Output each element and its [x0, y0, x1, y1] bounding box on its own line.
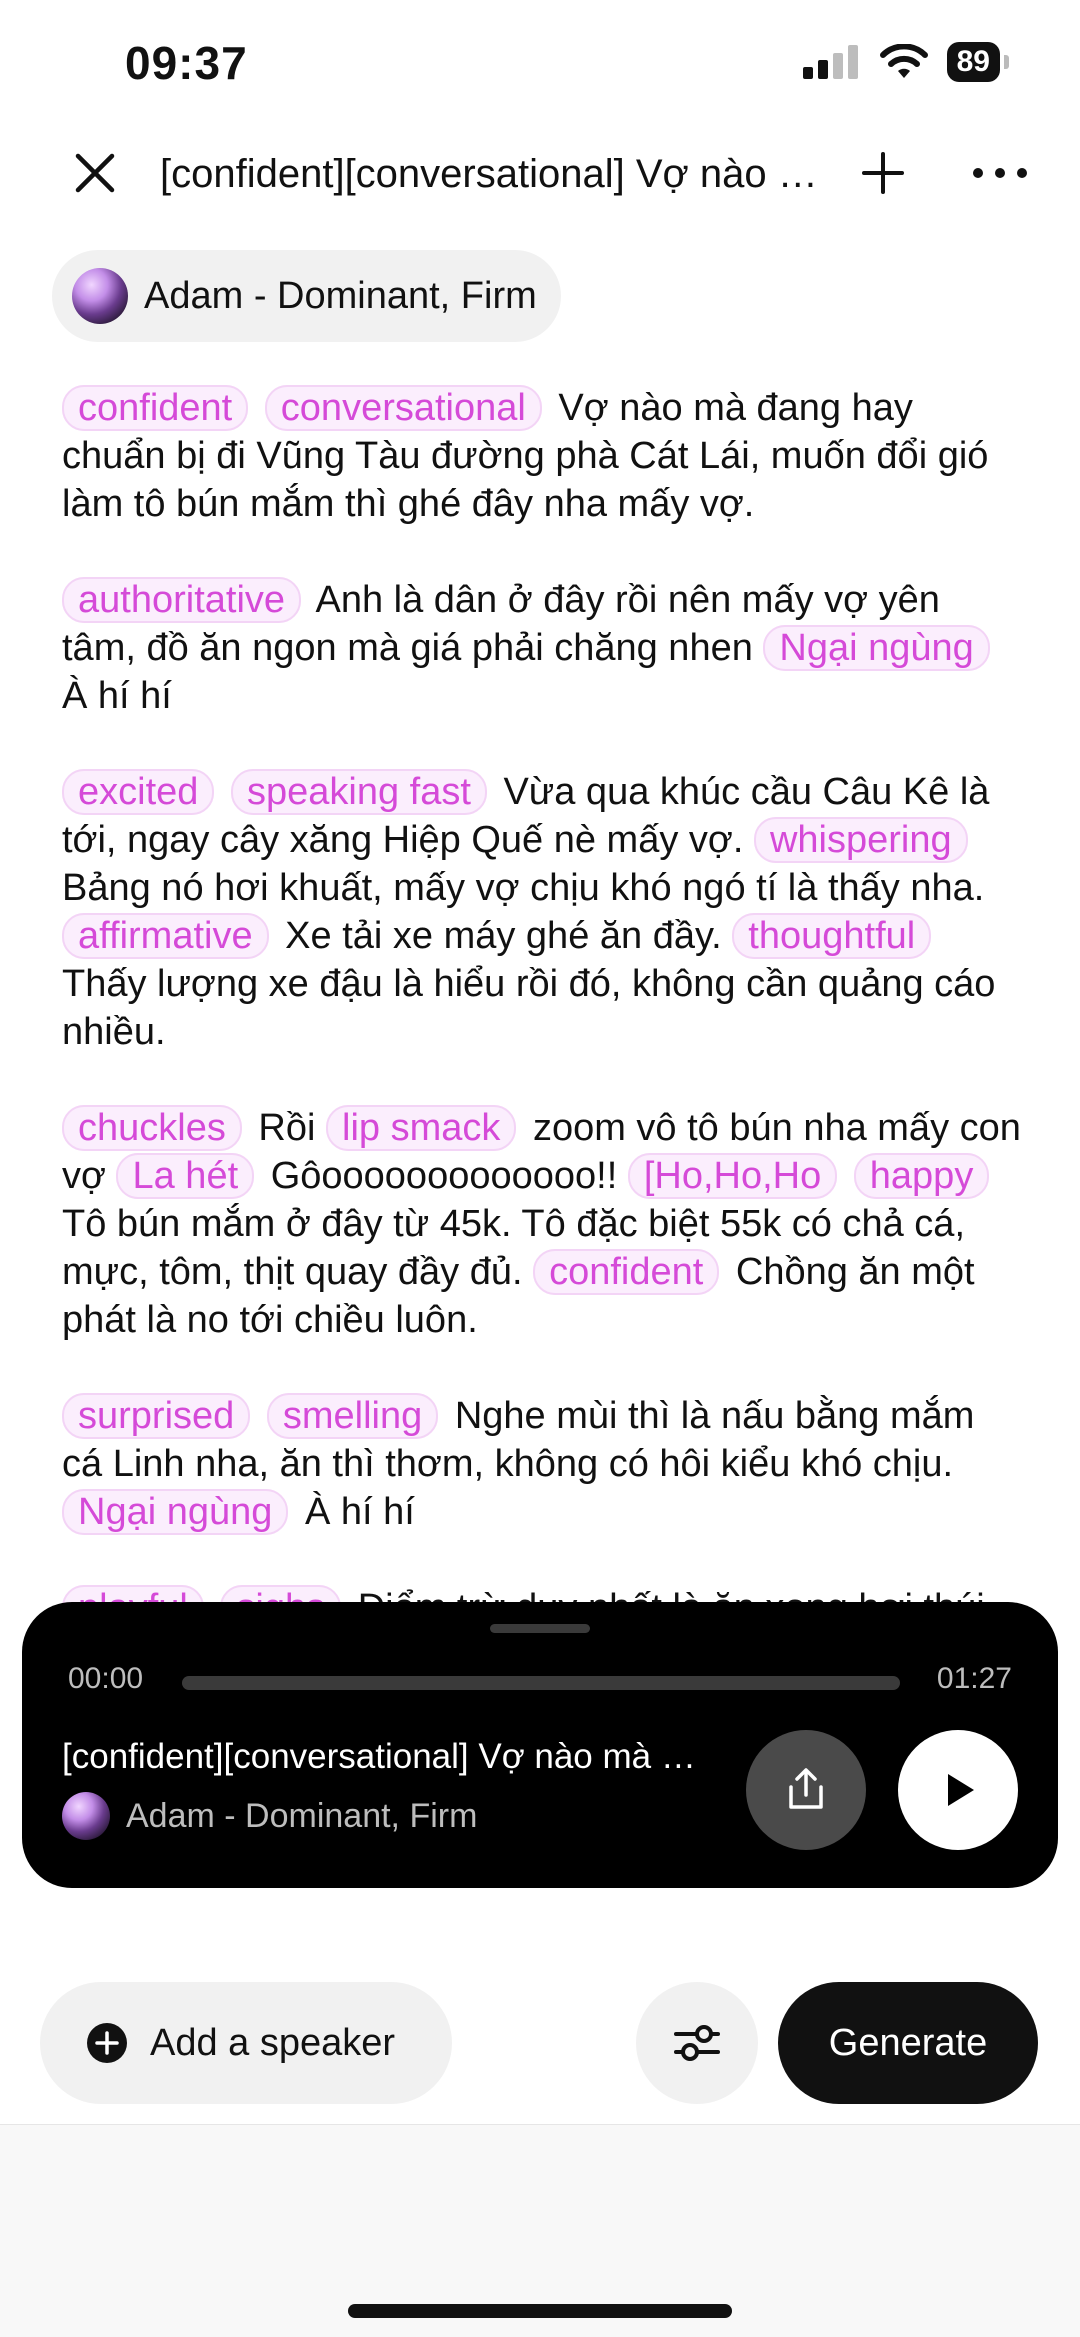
speaker-selector[interactable]: Adam - Dominant, Firm — [52, 250, 561, 342]
emotion-tag[interactable]: affirmative — [62, 913, 269, 959]
home-indicator[interactable] — [348, 2304, 732, 2318]
emotion-tag[interactable]: lip smack — [326, 1105, 517, 1151]
emotion-tag[interactable]: whispering — [753, 817, 968, 863]
wifi-icon — [879, 44, 928, 78]
avatar — [72, 268, 128, 324]
share-button[interactable] — [746, 1730, 866, 1850]
script-paragraph[interactable]: confident conversational Vợ nào mà đang … — [62, 384, 1022, 528]
drag-handle[interactable] — [490, 1624, 590, 1633]
script-paragraph[interactable]: authoritative Anh là dân ở đây rồi nên m… — [62, 576, 1022, 720]
emotion-tag[interactable]: speaking fast — [230, 769, 487, 815]
player-speaker: Adam - Dominant, Firm — [62, 1792, 477, 1840]
editor-header: [confident][conversational] Vợ nào mà đa… — [0, 140, 1080, 210]
script-text: Bảng nó hơi khuất, mấy vợ chịu khó ngó t… — [62, 867, 985, 909]
script-paragraph[interactable]: excited speaking fast Vừa qua khúc cầu C… — [62, 768, 1022, 1056]
player-title: [confident][conversational] Vợ nào mà đa… — [62, 1737, 702, 1776]
audio-player: 00:00 01:27 [confident][conversational] … — [22, 1602, 1058, 1888]
script-paragraph[interactable]: chuckles Rồi lip smack zoom vô tô bún nh… — [62, 1104, 1022, 1344]
close-button[interactable] — [70, 148, 120, 198]
battery-icon: 89 — [946, 42, 1010, 82]
emotion-tag[interactable]: Ngại ngùng — [62, 1489, 289, 1535]
script-paragraph[interactable]: surprised smelling Nghe mùi thì là nấu b… — [62, 1392, 1022, 1536]
emotion-tag[interactable]: surprised — [62, 1393, 251, 1439]
emotion-tag[interactable]: authoritative — [62, 577, 302, 623]
script-text: Xe tải xe máy ghé ăn đầy. — [285, 915, 722, 957]
emotion-tag[interactable]: La hét — [116, 1153, 255, 1199]
share-icon — [789, 1768, 823, 1809]
emotion-tag[interactable]: chuckles — [62, 1105, 242, 1151]
new-button[interactable] — [858, 148, 908, 198]
emotion-tag[interactable]: excited — [62, 769, 215, 815]
progress-bar[interactable] — [182, 1676, 900, 1690]
script-text: À hí hí — [62, 675, 172, 717]
play-icon — [948, 1774, 974, 1806]
page-title: [confident][conversational] Vợ nào mà đa… — [160, 152, 820, 196]
emotion-tag[interactable]: conversational — [264, 385, 542, 431]
script-text: Gôooooooooooooo!! — [270, 1155, 618, 1197]
status-icons: 89 — [802, 42, 1010, 82]
more-button[interactable] — [970, 148, 1030, 198]
add-speaker-label: Add a speaker — [150, 2021, 396, 2064]
emotion-tag[interactable]: Ngại ngùng — [763, 625, 990, 671]
script-text: À hí hí — [304, 1491, 415, 1533]
emotion-tag[interactable]: [Ho,Ho,Ho — [627, 1153, 838, 1199]
add-circle-icon — [87, 2023, 127, 2063]
player-speaker-name: Adam - Dominant, Firm — [126, 1796, 478, 1835]
time-end: 01:27 — [936, 1662, 1012, 1695]
script-editor[interactable]: confident conversational Vợ nào mà đang … — [62, 384, 1022, 1728]
time-start: 00:00 — [68, 1662, 144, 1695]
more-icon — [973, 168, 1027, 178]
signal-icon — [802, 45, 858, 79]
emotion-tag[interactable]: happy — [853, 1153, 990, 1199]
speaker-name: Adam - Dominant, Firm — [144, 274, 537, 317]
emotion-tag[interactable]: smelling — [266, 1393, 439, 1439]
script-text: Thấy lượng xe đậu là hiểu rồi đó, không … — [62, 963, 996, 1053]
emotion-tag[interactable]: thoughtful — [732, 913, 932, 959]
plus-icon — [862, 152, 904, 194]
play-button[interactable] — [898, 1730, 1018, 1850]
add-speaker-button[interactable]: Add a speaker — [40, 1982, 452, 2104]
emotion-tag[interactable]: confident — [62, 385, 249, 431]
sliders-icon — [674, 2025, 720, 2061]
close-icon — [75, 153, 115, 193]
status-time: 09:37 — [125, 37, 248, 89]
avatar — [62, 1792, 110, 1840]
status-bar: 09:37 89 — [0, 0, 1080, 130]
generate-button[interactable]: Generate — [778, 1982, 1038, 2104]
emotion-tag[interactable]: confident — [533, 1249, 720, 1295]
script-text: Rồi — [258, 1107, 316, 1149]
settings-button[interactable] — [636, 1982, 758, 2104]
